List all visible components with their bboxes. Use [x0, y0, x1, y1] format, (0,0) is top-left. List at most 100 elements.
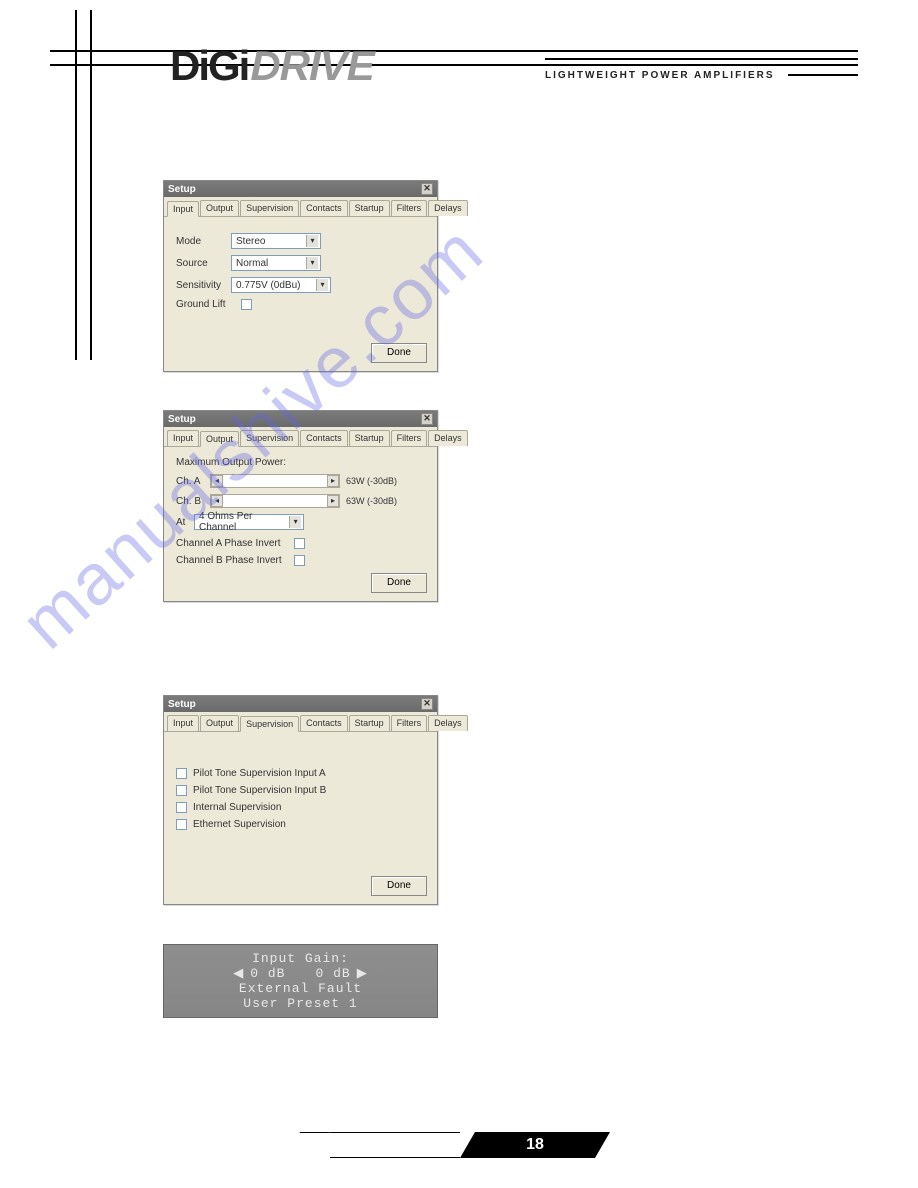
chevron-down-icon: ▾	[306, 257, 318, 269]
at-label: At	[176, 517, 194, 528]
tab-startup[interactable]: Startup	[349, 200, 390, 216]
close-icon[interactable]: ✕	[421, 698, 433, 710]
tab-supervision[interactable]: Supervision	[240, 716, 299, 732]
cha-slider[interactable]: ◂ ▸	[210, 474, 340, 488]
tab-supervision[interactable]: Supervision	[240, 200, 299, 216]
tab-output[interactable]: Output	[200, 715, 239, 731]
sup-b-label: Pilot Tone Supervision Input B	[193, 785, 326, 796]
tab-contacts[interactable]: Contacts	[300, 715, 348, 731]
triangle-right-icon	[351, 966, 368, 981]
tab-strip: Input Output Supervision Contacts Startu…	[164, 427, 437, 447]
logo-tagline: LIGHTWEIGHT POWER AMPLIFIERS	[545, 70, 775, 81]
setup-dialog-supervision: Setup ✕ Input Output Supervision Contact…	[163, 695, 438, 905]
arrow-right-icon[interactable]: ▸	[327, 475, 339, 487]
tab-strip: Input Output Supervision Contacts Startu…	[164, 197, 437, 217]
dialog-title: Setup	[168, 699, 196, 710]
arrow-left-icon[interactable]: ◂	[211, 475, 223, 487]
dialog-title: Setup	[168, 184, 196, 195]
impedance-value: 4 Ohms Per Channel	[199, 511, 289, 533]
brand-logo: DiGi DRIVE	[170, 42, 374, 90]
chevron-down-icon: ▾	[289, 516, 301, 528]
groundlift-checkbox[interactable]	[241, 299, 252, 310]
lcd-line3: External Fault	[172, 981, 429, 996]
phase-b-label: Channel B Phase Invert	[176, 555, 294, 566]
lcd-line4: User Preset 1	[172, 996, 429, 1011]
header-rule-right	[545, 58, 858, 60]
chevron-down-icon: ▾	[306, 235, 318, 247]
cha-label: Ch. A	[176, 476, 210, 487]
sup-int-checkbox[interactable]	[176, 802, 187, 813]
tab-filters[interactable]: Filters	[391, 715, 428, 731]
watermark-text: manualshive.com	[6, 136, 918, 1125]
tab-output[interactable]: Output	[200, 431, 239, 447]
sup-a-checkbox[interactable]	[176, 768, 187, 779]
lcd-line2-left: 0 dB	[250, 966, 285, 981]
sup-a-label: Pilot Tone Supervision Input A	[193, 768, 326, 779]
sup-eth-checkbox[interactable]	[176, 819, 187, 830]
setup-dialog-output: Setup ✕ Input Output Supervision Contact…	[163, 410, 438, 602]
sensitivity-value: 0.775V (0dBu)	[236, 280, 301, 291]
footer-decor	[288, 1132, 330, 1158]
impedance-combobox[interactable]: 4 Ohms Per Channel ▾	[194, 514, 304, 530]
mode-combobox[interactable]: Stereo ▾	[231, 233, 321, 249]
phase-b-checkbox[interactable]	[294, 555, 305, 566]
chb-value: 63W (-30dB)	[346, 496, 397, 506]
arrow-left-icon[interactable]: ◂	[211, 495, 223, 507]
triangle-left-icon	[233, 966, 250, 981]
sup-b-checkbox[interactable]	[176, 785, 187, 796]
tab-strip: Input Output Supervision Contacts Startu…	[164, 712, 437, 732]
source-value: Normal	[236, 258, 268, 269]
page-header: DiGi DRIVE LIGHTWEIGHT POWER AMPLIFIERS	[50, 30, 858, 90]
sensitivity-label: Sensitivity	[176, 280, 231, 291]
tab-filters[interactable]: Filters	[391, 430, 428, 446]
chb-label: Ch. B	[176, 496, 210, 507]
tab-input[interactable]: Input	[167, 430, 199, 446]
source-combobox[interactable]: Normal ▾	[231, 255, 321, 271]
device-lcd-display: Input Gain: 0 dB 0 dB External Fault Use…	[163, 944, 438, 1018]
tab-delays[interactable]: Delays	[428, 715, 468, 731]
chb-slider[interactable]: ◂ ▸	[210, 494, 340, 508]
dialog-titlebar[interactable]: Setup ✕	[164, 181, 437, 197]
sup-int-label: Internal Supervision	[193, 802, 281, 813]
tab-delays[interactable]: Delays	[428, 200, 468, 216]
tab-input[interactable]: Input	[167, 201, 199, 217]
sensitivity-combobox[interactable]: 0.775V (0dBu) ▾	[231, 277, 331, 293]
tab-output[interactable]: Output	[200, 200, 239, 216]
done-button[interactable]: Done	[371, 876, 427, 896]
logo-wordmark-part2: DRIVE	[250, 42, 373, 90]
header-rule-right2	[788, 74, 858, 76]
tab-startup[interactable]: Startup	[349, 430, 390, 446]
dialog-titlebar[interactable]: Setup ✕	[164, 696, 437, 712]
page-number: 18	[460, 1132, 610, 1158]
mode-label: Mode	[176, 236, 231, 247]
close-icon[interactable]: ✕	[421, 183, 433, 195]
dialog-body: Pilot Tone Supervision Input A Pilot Ton…	[164, 732, 437, 846]
tab-contacts[interactable]: Contacts	[300, 430, 348, 446]
tab-filters[interactable]: Filters	[391, 200, 428, 216]
chevron-down-icon: ▾	[316, 279, 328, 291]
tab-startup[interactable]: Startup	[349, 715, 390, 731]
done-button[interactable]: Done	[371, 573, 427, 593]
close-icon[interactable]: ✕	[421, 413, 433, 425]
lcd-line1: Input Gain:	[172, 951, 429, 966]
logo-wordmark-part1: DiGi	[170, 42, 248, 90]
dialog-title: Setup	[168, 414, 196, 425]
lcd-line2-right: 0 dB	[316, 966, 351, 981]
output-heading: Maximum Output Power:	[176, 457, 425, 468]
tab-delays[interactable]: Delays	[428, 430, 468, 446]
tab-supervision[interactable]: Supervision	[240, 430, 299, 446]
done-button[interactable]: Done	[371, 343, 427, 363]
sup-eth-label: Ethernet Supervision	[193, 819, 286, 830]
footer-decor	[330, 1132, 460, 1158]
tab-input[interactable]: Input	[167, 715, 199, 731]
source-label: Source	[176, 258, 231, 269]
tab-contacts[interactable]: Contacts	[300, 200, 348, 216]
dialog-body: Maximum Output Power: Ch. A ◂ ▸ 63W (-30…	[164, 447, 437, 582]
phase-a-checkbox[interactable]	[294, 538, 305, 549]
dialog-titlebar[interactable]: Setup ✕	[164, 411, 437, 427]
setup-dialog-input: Setup ✕ Input Output Supervision Contact…	[163, 180, 438, 372]
margin-rule-2	[90, 10, 92, 360]
mode-value: Stereo	[236, 236, 265, 247]
cha-value: 63W (-30dB)	[346, 476, 397, 486]
arrow-right-icon[interactable]: ▸	[327, 495, 339, 507]
